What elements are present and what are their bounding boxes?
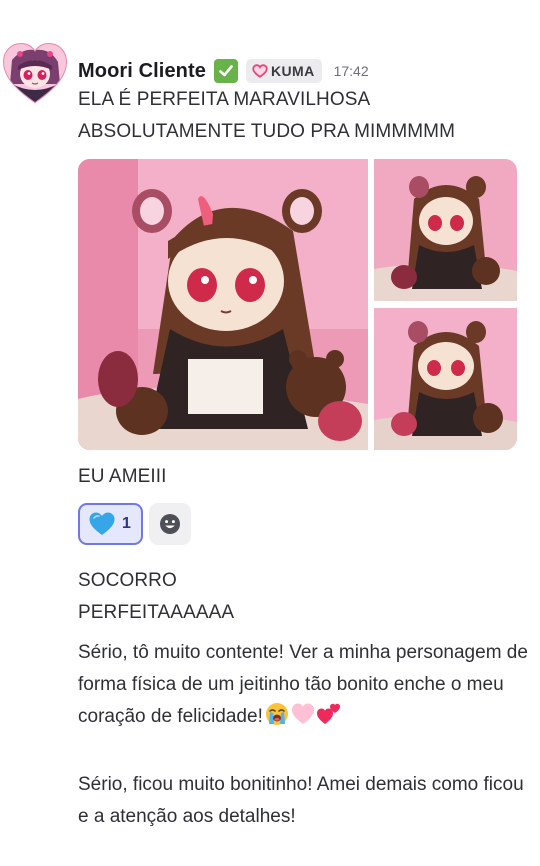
message-line: ABSOLUTAMENTE TUDO PRA MIMMMMM bbox=[78, 121, 456, 142]
two-hearts-icon bbox=[316, 702, 341, 726]
reaction-blue-heart[interactable]: 1 bbox=[78, 503, 143, 545]
pink-heart-icon bbox=[291, 702, 315, 726]
server-tag-label: KUMA bbox=[270, 63, 315, 79]
username[interactable]: Moori Cliente bbox=[78, 60, 206, 83]
attachment-image-main[interactable] bbox=[78, 159, 368, 450]
reactions-bar: 1 bbox=[78, 503, 191, 545]
message-header: Moori Cliente KUMA 17:42 bbox=[78, 56, 369, 86]
avatar-image bbox=[2, 42, 68, 104]
attachment-image-top[interactable] bbox=[374, 159, 517, 301]
message-paragraph: Sério, tô muito contente! Ver a minha pe… bbox=[78, 637, 528, 733]
message-paragraph: Sério, ficou muito bonitinho! Amei demai… bbox=[78, 769, 528, 833]
message-line: SOCORRO bbox=[78, 570, 177, 591]
check-mark-icon bbox=[213, 59, 238, 83]
message-line: ELA É PERFEITA MARAVILHOSA bbox=[78, 89, 371, 110]
paragraph-text: Sério, ficou muito bonitinho! Amei demai… bbox=[78, 774, 524, 827]
reaction-count: 1 bbox=[122, 515, 131, 532]
attachment-image-bottom[interactable] bbox=[374, 308, 517, 450]
avatar[interactable] bbox=[2, 40, 68, 106]
message-line: EU AMEIII bbox=[78, 466, 167, 487]
chat-message: Moori Cliente KUMA 17:42 ELA É PERFEITA … bbox=[0, 0, 540, 866]
heart-outline-icon bbox=[252, 64, 268, 78]
message-line: PERFEITAAAAAA bbox=[78, 602, 235, 623]
add-reaction-button[interactable] bbox=[148, 503, 191, 545]
server-tag[interactable]: KUMA bbox=[245, 59, 322, 83]
timestamp[interactable]: 17:42 bbox=[334, 63, 369, 79]
loudly-crying-face-icon bbox=[265, 702, 289, 726]
smiley-add-icon bbox=[159, 514, 180, 534]
blue-heart-icon bbox=[89, 512, 115, 535]
